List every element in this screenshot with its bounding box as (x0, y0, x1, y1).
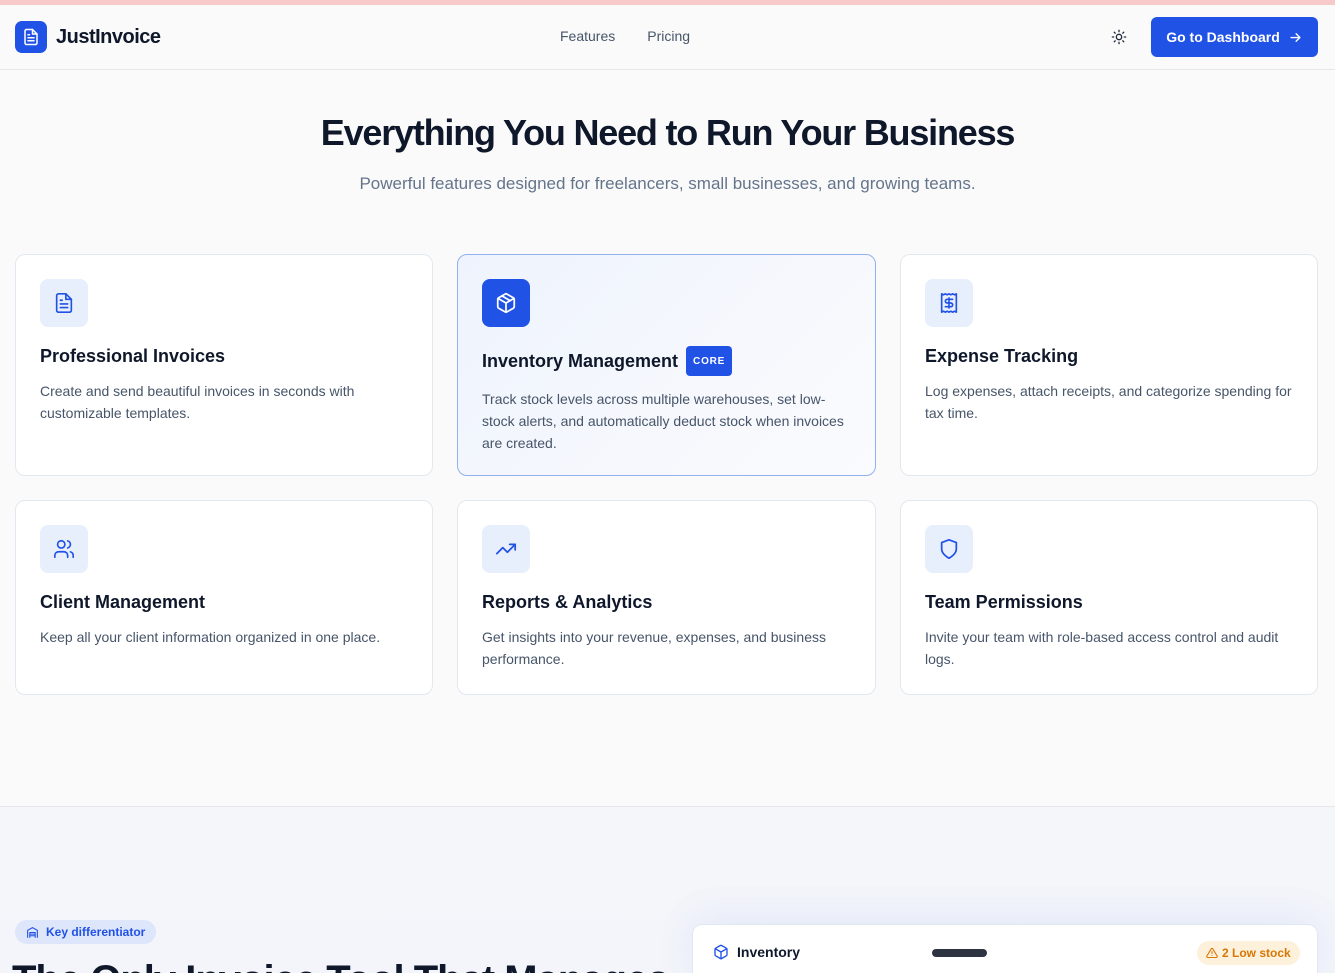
package-icon (482, 279, 530, 327)
nav-link-features[interactable]: Features (560, 28, 615, 44)
inventory-card-title: Inventory (737, 944, 801, 960)
low-stock-label: 2 Low stock (1222, 946, 1291, 960)
inventory-preview-card: Inventory 2 Low stock (692, 924, 1318, 973)
package-icon (714, 944, 728, 960)
low-stock-badge: 2 Low stock (1197, 941, 1300, 965)
feature-card-professional-invoices[interactable]: Professional Invoices Create and send be… (15, 254, 433, 476)
feature-description: Get insights into your revenue, expenses… (482, 629, 826, 667)
feature-card-team-permissions[interactable]: Team Permissions Invite your team with r… (900, 500, 1318, 695)
document-icon (40, 279, 88, 327)
cta-label: Go to Dashboard (1166, 29, 1280, 45)
pill-label: Key differentiator (46, 925, 146, 939)
feature-title: Inventory Management (482, 350, 679, 371)
hero-subtitle: Powerful features designed for freelance… (359, 174, 976, 193)
core-badge: CORE (686, 346, 733, 376)
document-icon (15, 21, 47, 53)
inventory-card-header: Inventory (713, 944, 800, 960)
nav-link-pricing[interactable]: Pricing (647, 28, 690, 44)
theme-toggle-sun-icon[interactable] (1107, 25, 1131, 49)
key-differentiator-pill: Key differentiator (15, 920, 157, 944)
feature-card-inventory-management[interactable]: Inventory Management CORE Track stock le… (457, 254, 876, 476)
feature-card-reports-analytics[interactable]: Reports & Analytics Get insights into yo… (457, 500, 876, 695)
feature-title: Expense Tracking (925, 346, 1079, 366)
nav-links: Features Pricing (560, 28, 690, 44)
receipt-icon (925, 279, 973, 327)
feature-description: Track stock levels across multiple wareh… (482, 391, 844, 451)
trending-up-icon (482, 525, 530, 573)
feature-description: Log expenses, attach receipts, and categ… (925, 383, 1292, 421)
feature-card-expense-tracking[interactable]: Expense Tracking Log expenses, attach re… (900, 254, 1318, 476)
feature-title: Team Permissions (925, 592, 1083, 612)
feature-description: Create and send beautiful invoices in se… (40, 383, 355, 421)
shield-icon (925, 525, 973, 573)
section-heading: The Only Invoice Tool That Manages (12, 958, 669, 973)
placeholder-bar (932, 949, 987, 957)
feature-description: Keep all your client information organiz… (40, 629, 381, 645)
users-icon (40, 525, 88, 573)
feature-description: Invite your team with role-based access … (925, 629, 1279, 667)
warehouse-icon (27, 926, 38, 938)
feature-title: Professional Invoices (40, 346, 226, 366)
feature-title: Client Management (40, 592, 206, 612)
brand-name: JustInvoice (56, 25, 161, 48)
warning-icon (1206, 947, 1218, 959)
go-to-dashboard-button[interactable]: Go to Dashboard (1151, 17, 1318, 57)
arrow-right-icon (1290, 32, 1301, 42)
brand-logo[interactable]: JustInvoice (15, 21, 161, 53)
navbar: JustInvoice Features Pricing Go to Dashb… (0, 5, 1335, 70)
feature-card-client-management[interactable]: Client Management Keep all your client i… (15, 500, 433, 695)
hero-title: Everything You Need to Run Your Business (320, 112, 1016, 153)
feature-title: Reports & Analytics (482, 592, 653, 612)
